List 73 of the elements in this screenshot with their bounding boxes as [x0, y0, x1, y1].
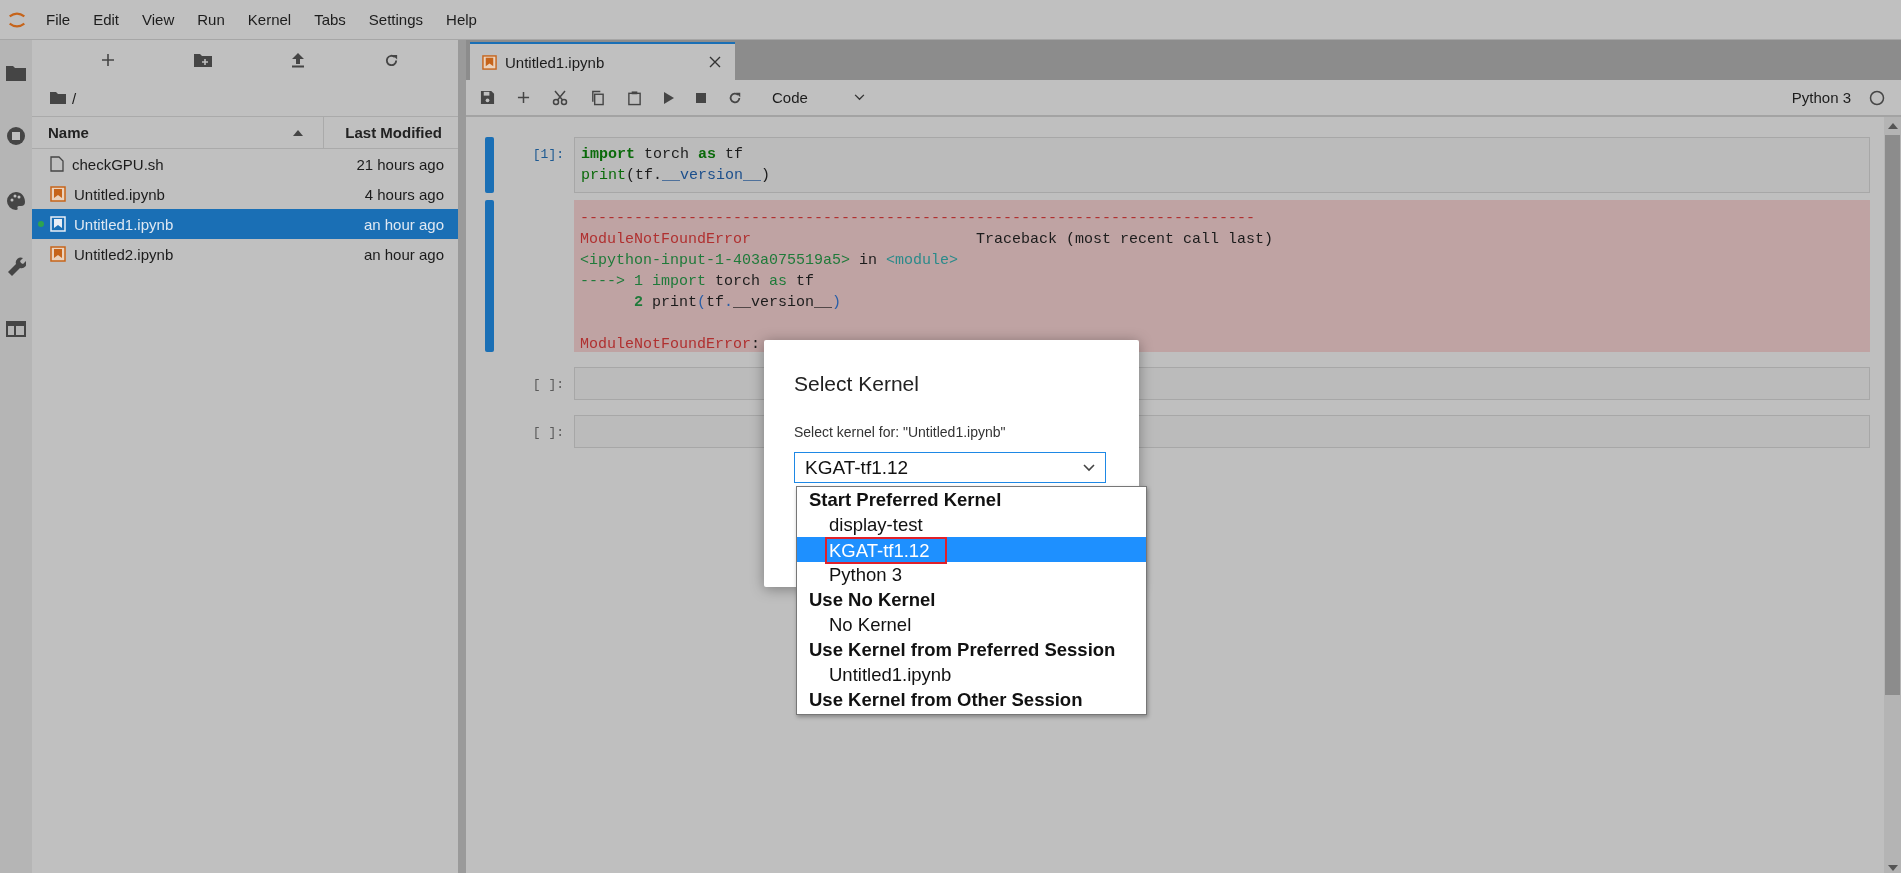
option-group-label: Use No Kernel: [808, 588, 937, 612]
scroll-up-icon[interactable]: [1887, 123, 1898, 129]
modified-time: 4 hours ago: [364, 185, 445, 203]
notebook-icon: [50, 246, 66, 262]
modified-time: 21 hours ago: [356, 155, 445, 173]
file-name: Untitled.ipynb: [74, 185, 166, 203]
caret-icon: [1083, 463, 1095, 472]
kernel-name[interactable]: Python 3: [1791, 89, 1851, 106]
code-cell-input[interactable]: import torch as tf print(tf.__version__): [574, 137, 1870, 193]
menu-item[interactable]: Tabs: [314, 11, 346, 28]
restart-icon[interactable]: [728, 90, 742, 105]
menu-item[interactable]: Help: [446, 11, 477, 28]
notebook-icon: [482, 54, 497, 70]
dropdown-option[interactable]: No Kernel: [797, 612, 1146, 637]
folder-icon[interactable]: [6, 65, 26, 81]
menu-item[interactable]: File: [46, 11, 71, 28]
breadcrumb[interactable]: /: [72, 89, 77, 107]
scroll-thumb[interactable]: [1885, 135, 1900, 695]
cut-icon[interactable]: [552, 89, 568, 106]
dialog-title: Select Kernel: [794, 372, 920, 396]
dropdown-option[interactable]: Untitled1.ipynb: [797, 662, 1146, 687]
file-name: Untitled2.ipynb: [74, 245, 175, 263]
file-row[interactable]: Untitled2.ipynb an hour ago: [32, 239, 458, 269]
save-icon[interactable]: [480, 90, 495, 105]
scroll-down-icon[interactable]: [1887, 865, 1898, 871]
close-icon[interactable]: [709, 56, 721, 68]
file-row[interactable]: Untitled.ipynb 4 hours ago: [32, 179, 458, 209]
new-folder-icon[interactable]: [194, 53, 213, 67]
option-group-label: Use Kernel from Other Session: [808, 688, 1084, 712]
scrollbar[interactable]: [1884, 117, 1901, 873]
copy-icon[interactable]: [590, 89, 605, 106]
folder-icon: [50, 92, 66, 104]
notebook-icon: [50, 186, 66, 202]
dropdown-option[interactable]: Python 3: [797, 562, 1146, 587]
cell-type-dropdown[interactable]: Code: [772, 89, 865, 106]
menu-item[interactable]: Edit: [93, 11, 120, 28]
error-output: --------------------------------------------------------------------------- ModuleNotFoundError Traceback (most recent call last) <ipython-input-1-403a075519a5> in <module> ----> 1 import torch as tf 2 print(tf.__version__) ModuleNotFoundError:: [574, 200, 1870, 352]
column-header[interactable]: Name: [32, 124, 293, 141]
menu-item[interactable]: Settings: [368, 11, 424, 28]
menu-item[interactable]: Kernel: [247, 11, 292, 28]
file-row[interactable]: checkGPU.sh 21 hours ago: [32, 149, 458, 179]
stop-icon[interactable]: [696, 92, 706, 103]
caret-icon: [853, 94, 865, 101]
dropdown-option[interactable]: display-test: [797, 512, 1146, 537]
menu-item[interactable]: View: [142, 11, 175, 28]
run-icon[interactable]: [664, 91, 674, 104]
file-name: checkGPU.sh: [72, 155, 165, 173]
file-icon: [50, 156, 64, 172]
file-row[interactable]: Untitled1.ipynb an hour ago: [32, 209, 458, 239]
menu-item[interactable]: Run: [197, 11, 225, 28]
cell-prompt: [1]:: [531, 146, 565, 164]
cell-prompt: [ ]:: [531, 424, 565, 442]
notebook-icon: [50, 216, 66, 232]
sort-caret-icon: [293, 129, 303, 136]
plus-icon[interactable]: [101, 53, 116, 67]
modified-time: an hour ago: [363, 215, 445, 233]
palette-icon[interactable]: [6, 191, 26, 211]
wrench-icon[interactable]: [6, 256, 26, 276]
refresh-icon[interactable]: [383, 52, 399, 68]
modified-time: an hour ago: [363, 245, 445, 263]
cell-prompt: [ ]:: [531, 376, 565, 394]
kernel-status-icon: [1869, 89, 1885, 106]
kernel-select[interactable]: KGAT-tf1.12: [794, 452, 1106, 483]
upload-icon[interactable]: [290, 52, 305, 68]
option-group-label: Use Kernel from Preferred Session: [808, 638, 1117, 662]
notebook-tab[interactable]: Untitled1.ipynb: [470, 42, 735, 80]
option-group-label: Start Preferred Kernel: [808, 488, 1003, 512]
file-name: Untitled1.ipynb: [74, 215, 175, 233]
stop-circle-icon[interactable]: [6, 126, 26, 146]
paste-icon[interactable]: [627, 89, 642, 106]
dialog-label: Select kernel for: "Untitled1.ipynb": [794, 424, 1007, 440]
plus-icon[interactable]: [517, 91, 530, 104]
tabs-icon[interactable]: [6, 321, 26, 337]
